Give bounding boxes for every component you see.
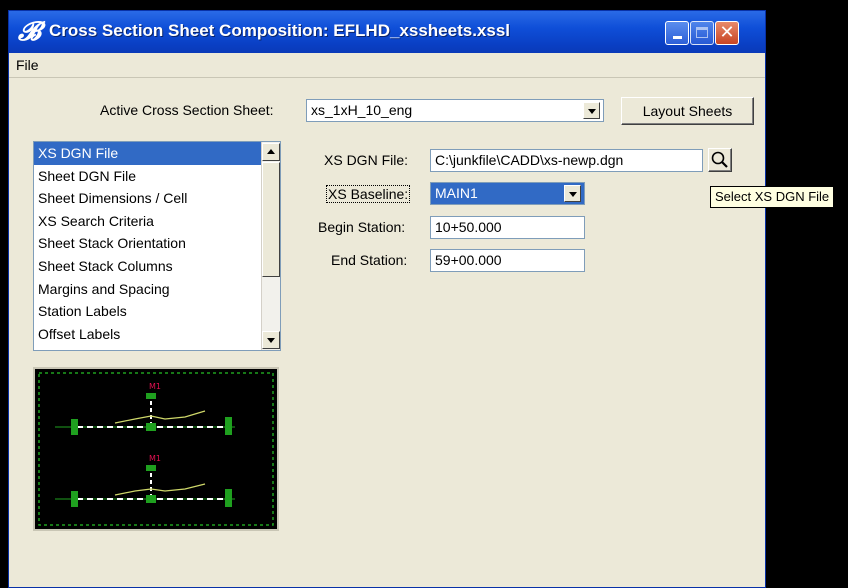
category-item[interactable]: Margins and Spacing xyxy=(34,278,280,301)
close-button[interactable]: ✕ xyxy=(715,21,739,45)
magnifier-icon xyxy=(711,151,728,168)
begin-station-label: Begin Station: xyxy=(318,219,406,235)
xs-dgn-file-input[interactable]: C:\junkfile\CADD\xs-newp.dgn xyxy=(430,149,703,172)
list-scrollbar[interactable] xyxy=(261,142,280,350)
xs-baseline-label: XS Baseline: xyxy=(326,185,411,203)
xs-baseline-value: MAIN1 xyxy=(435,185,478,201)
category-item[interactable]: Sheet Dimensions / Cell xyxy=(34,187,280,210)
preview-top-right-tick xyxy=(225,417,232,435)
scroll-up-icon[interactable] xyxy=(262,143,280,161)
close-icon: ✕ xyxy=(719,22,735,43)
begin-station-input[interactable]: 10+50.000 xyxy=(430,216,585,239)
chevron-down-icon[interactable] xyxy=(583,102,600,119)
title-bar[interactable]: 𝓑 Cross Section Sheet Composition: EFLHD… xyxy=(9,11,765,53)
menu-bar: File xyxy=(9,53,765,78)
preview-bottom-right-tick xyxy=(225,489,232,507)
maximize-button[interactable] xyxy=(690,21,714,45)
preview-bottom-marker xyxy=(146,465,156,471)
category-item[interactable]: XS DGN File xyxy=(34,142,280,165)
end-station-input[interactable]: 59+00.000 xyxy=(430,249,585,272)
preview-top-marker xyxy=(146,393,156,399)
minimize-button[interactable] xyxy=(665,21,689,45)
window-title: Cross Section Sheet Composition: EFLHD_x… xyxy=(49,21,511,40)
minimize-icon xyxy=(673,36,682,39)
preview-top-left-tick xyxy=(71,419,78,435)
category-item[interactable]: Station Labels xyxy=(34,300,280,323)
browse-file-button[interactable] xyxy=(708,148,732,172)
layout-sheets-button[interactable]: Layout Sheets xyxy=(621,97,754,125)
category-items: XS DGN File Sheet DGN File Sheet Dimension… xyxy=(34,142,280,345)
chevron-down-icon[interactable] xyxy=(564,185,581,202)
category-item[interactable]: Sheet Stack Orientation xyxy=(34,232,280,255)
scroll-thumb[interactable] xyxy=(262,162,280,277)
preview-bottom-profile xyxy=(114,483,206,496)
preview-bottom-left-tick xyxy=(71,491,78,507)
xs-baseline-select[interactable]: MAIN1 xyxy=(430,182,585,205)
sheet-preview-graphic: M1 M1 xyxy=(38,372,274,526)
category-list[interactable]: XS DGN File Sheet DGN File Sheet Dimension… xyxy=(33,141,281,351)
preview-top-profile xyxy=(114,410,206,424)
category-item[interactable]: Sheet Stack Columns xyxy=(34,255,280,278)
category-item[interactable]: XS Search Criteria xyxy=(34,210,280,233)
preview-top-label: M1 xyxy=(149,382,161,391)
sheet-preview: M1 M1 xyxy=(33,367,279,531)
app-logo-icon: 𝓑 xyxy=(18,17,41,46)
end-station-label: End Station: xyxy=(331,252,408,268)
tooltip: Select XS DGN File xyxy=(710,186,835,208)
preview-bottom-center-tick xyxy=(146,495,156,503)
preview-top-center-tick xyxy=(146,423,156,431)
active-sheet-select[interactable]: xs_1xH_10_eng xyxy=(306,99,604,122)
category-item[interactable]: Sheet DGN File xyxy=(34,165,280,188)
maximize-icon xyxy=(696,27,708,38)
active-sheet-value: xs_1xH_10_eng xyxy=(311,102,413,118)
category-item[interactable]: Offset Labels xyxy=(34,323,280,346)
scroll-down-icon[interactable] xyxy=(262,331,280,349)
xs-dgn-file-label: XS DGN File: xyxy=(324,152,409,168)
active-sheet-label: Active Cross Section Sheet: xyxy=(100,102,274,118)
dialog-window: 𝓑 Cross Section Sheet Composition: EFLHD… xyxy=(8,10,766,588)
menu-file[interactable]: File xyxy=(16,57,39,73)
preview-bottom-label: M1 xyxy=(149,454,161,463)
